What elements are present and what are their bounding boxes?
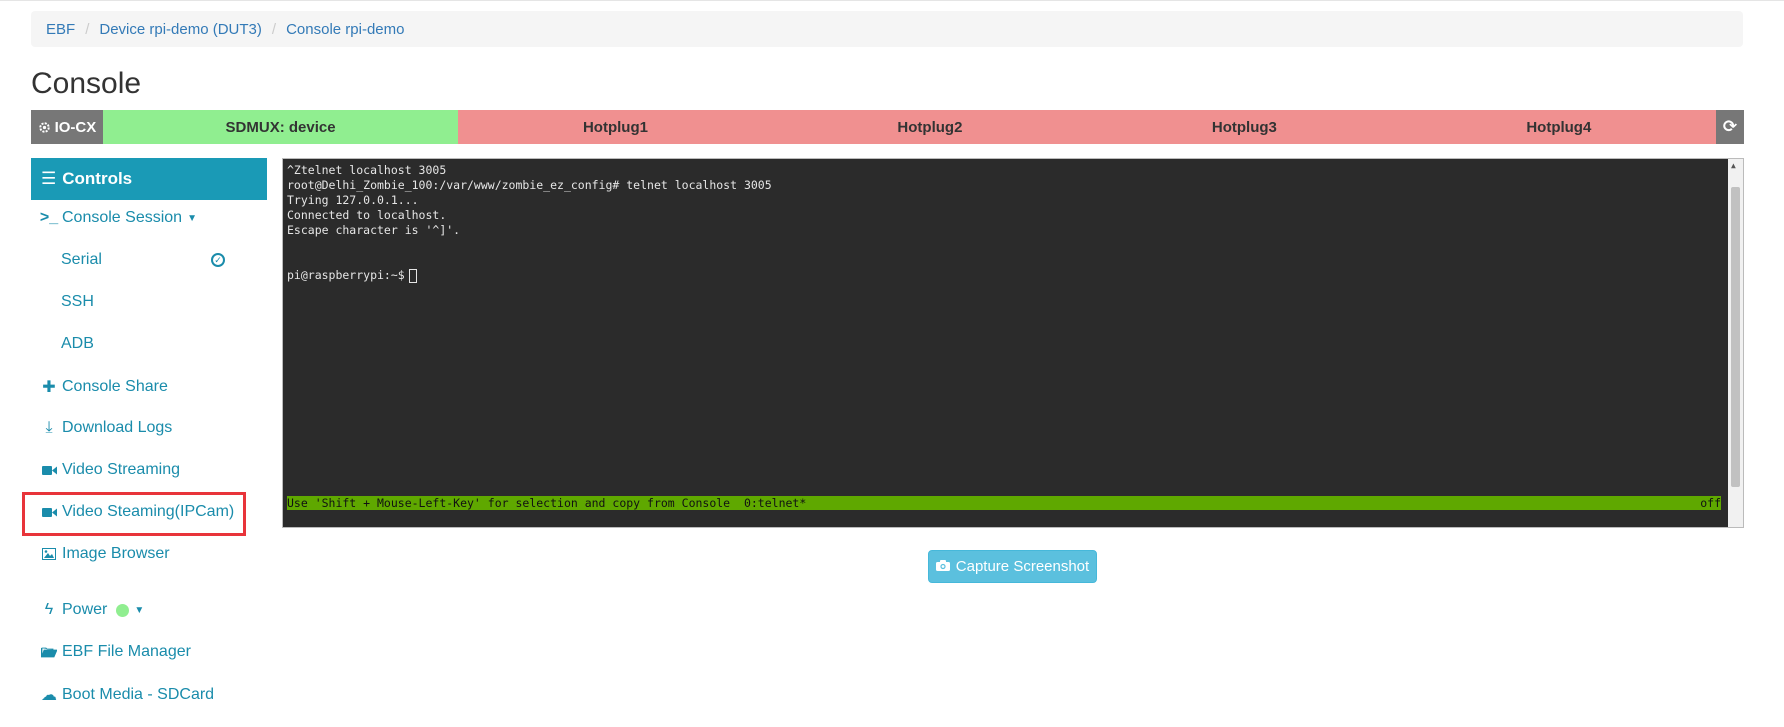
sdmux-status[interactable]: SDMUX: device: [102, 110, 459, 144]
page-title: Console: [31, 67, 142, 100]
check-circle-icon: ✓: [211, 253, 225, 267]
file-manager-label: EBF File Manager: [62, 643, 191, 660]
power-status-dot: [116, 603, 130, 617]
sidebar-item-adb[interactable]: ADB: [61, 335, 94, 353]
sidebar-item-download-logs[interactable]: ⤓ Download Logs: [41, 419, 172, 437]
breadcrumb: EBF / Device rpi-demo (DUT3) / Console r…: [31, 11, 1743, 47]
cloud-upload-icon: ☁: [41, 687, 57, 704]
breadcrumb-device-link[interactable]: Device rpi-demo (DUT3): [99, 21, 262, 38]
controls-label: Controls: [62, 169, 133, 188]
selection-highlight-box: [22, 492, 246, 536]
terminal-line: ^Ztelnet localhost 3005: [287, 163, 447, 177]
power-label: Power: [62, 601, 108, 618]
caret-down-icon: ▼: [134, 604, 145, 616]
hamburger-icon: ☰: [41, 169, 57, 188]
terminal-status-bar: Use 'Shift + Mouse-Left-Key' for selecti…: [287, 496, 1721, 510]
terminal-prompt: pi@raspberrypi:~$: [287, 268, 405, 282]
plus-icon: ✚: [42, 379, 56, 396]
console-terminal[interactable]: ^Ztelnet localhost 3005 root@Delhi_Zombie…: [282, 158, 1744, 528]
breadcrumb-separator: /: [85, 20, 90, 38]
iocx-button[interactable]: IO-CX: [31, 110, 103, 144]
folder-open-icon: [41, 646, 57, 658]
capture-screenshot-label: Capture Screenshot: [955, 558, 1090, 575]
sidebar-item-boot-media[interactable]: ☁ Boot Media - SDCard: [41, 685, 214, 705]
sidebar-item-serial[interactable]: Serial: [61, 251, 102, 269]
scroll-up-arrow-icon[interactable]: ▲: [1731, 161, 1736, 170]
breadcrumb-ebf-link[interactable]: EBF: [46, 21, 75, 38]
device-status-bar: IO-CX SDMUX: device Hotplug1 Hotplug2 Ho…: [31, 110, 1745, 144]
video-streaming-label: Video Streaming: [62, 461, 180, 478]
scrollbar-thumb[interactable]: [1731, 187, 1740, 487]
sidebar-item-image-browser[interactable]: Image Browser: [41, 545, 170, 563]
sidebar-item-console-session[interactable]: >_ Console Session ▼: [39, 209, 197, 227]
hotplug2-status[interactable]: Hotplug2: [772, 110, 1088, 144]
terminal-line: Escape character is '^]'.: [287, 223, 461, 237]
boot-media-label: Boot Media - SDCard: [62, 686, 215, 703]
hotplug4-status[interactable]: Hotplug4: [1401, 110, 1717, 144]
terminal-output: ^Ztelnet localhost 3005 root@Delhi_Zombie…: [287, 163, 772, 283]
breadcrumb-separator: /: [271, 20, 277, 38]
sidebar-item-file-manager[interactable]: EBF File Manager: [41, 643, 191, 661]
capture-screenshot-button[interactable]: Capture Screenshot: [928, 550, 1097, 583]
sidebar-item-console-share[interactable]: ✚ Console Share: [41, 377, 168, 397]
terminal-status-right: off: [1700, 496, 1721, 510]
breadcrumb-console-link[interactable]: Console rpi-demo: [286, 21, 404, 38]
terminal-scrollbar[interactable]: ▲: [1728, 159, 1743, 527]
terminal-line: root@Delhi_Zombie_100:/var/www/zombie_ez…: [287, 178, 772, 192]
refresh-icon: ⟳: [1722, 117, 1738, 136]
video-camera-icon: [41, 465, 57, 476]
terminal-cursor: [408, 268, 417, 283]
download-logs-label: Download Logs: [62, 419, 173, 436]
controls-header[interactable]: ☰ Controls: [31, 158, 267, 200]
sidebar-item-video-streaming[interactable]: Video Streaming: [41, 461, 180, 479]
console-session-label: Console Session: [62, 209, 183, 226]
bolt-icon: ϟ: [44, 601, 54, 618]
download-icon: ⤓: [45, 419, 53, 436]
terminal-line: Connected to localhost.: [287, 208, 447, 222]
caret-down-icon: ▼: [187, 212, 197, 224]
camera-icon: [935, 558, 950, 575]
sidebar-item-ssh[interactable]: SSH: [61, 293, 94, 311]
refresh-button[interactable]: ⟳: [1716, 110, 1745, 144]
image-browser-label: Image Browser: [62, 545, 170, 562]
hotplug3-status[interactable]: Hotplug3: [1087, 110, 1402, 144]
gear-icon: [38, 121, 50, 133]
image-icon: [41, 548, 57, 560]
iocx-label: IO-CX: [54, 118, 97, 136]
top-divider: [0, 0, 1784, 1]
sidebar: ☰ Controls: [31, 158, 267, 200]
sidebar-item-power[interactable]: ϟ Power ▼: [41, 601, 145, 619]
terminal-prompt-line: pi@raspberrypi:~$: [287, 268, 772, 283]
hotplug1-status[interactable]: Hotplug1: [458, 110, 773, 144]
console-share-label: Console Share: [62, 378, 168, 395]
terminal-icon: >_: [39, 209, 59, 226]
terminal-line: Trying 127.0.0.1...: [287, 193, 419, 207]
terminal-status-left: Use 'Shift + Mouse-Left-Key' for selecti…: [287, 496, 807, 510]
